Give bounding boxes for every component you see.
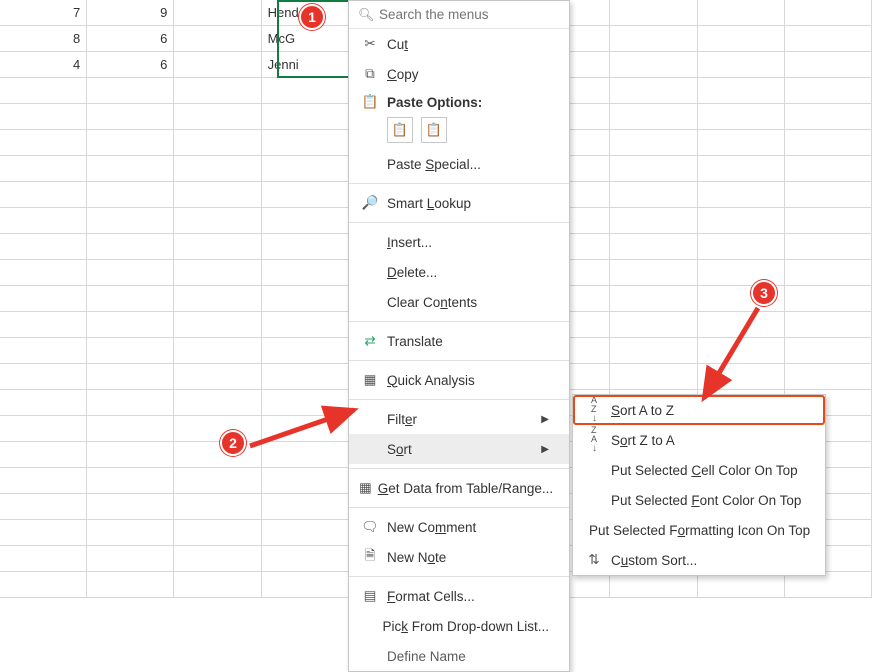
cell-c1[interactable] — [174, 0, 261, 26]
menu-quick-analysis[interactable]: ▦ Quick Analysis — [349, 365, 569, 395]
cell-b2[interactable]: 6 — [87, 26, 174, 52]
note-icon: 🗎 — [359, 546, 381, 569]
submenu-cell-color-top[interactable]: Put Selected Cell Color On Top — [573, 455, 825, 485]
menu-translate[interactable]: ⇄ Translate — [349, 326, 569, 356]
submenu-arrow-icon: ▶ — [541, 414, 549, 425]
annotation-badge-1: 1 — [299, 4, 325, 30]
cell-a1[interactable]: 7 — [0, 0, 87, 26]
submenu-formatting-icon-top[interactable]: Put Selected Formatting Icon On Top — [573, 515, 825, 545]
lookup-icon: 🔎 — [359, 195, 381, 211]
menu-insert[interactable]: Insert... — [349, 227, 569, 257]
menu-new-comment[interactable]: 🗨 New Comment — [349, 512, 569, 542]
menu-define-name[interactable]: Define Name — [349, 641, 569, 671]
clipboard-icon: 📋 — [359, 94, 381, 110]
sort-az-icon: AZ — [583, 396, 605, 424]
menu-copy[interactable]: ⧉ Copy — [349, 59, 569, 89]
cut-icon: ✂ — [359, 36, 381, 52]
submenu-font-color-top[interactable]: Put Selected Font Color On Top — [573, 485, 825, 515]
search-icon: 🔍︎ — [358, 7, 375, 23]
copy-icon: ⧉ — [359, 66, 381, 82]
paste-option-default[interactable]: 📋 — [387, 117, 413, 143]
table-icon: ▦ — [359, 480, 372, 496]
annotation-badge-3: 3 — [751, 280, 777, 306]
menu-paste-options-label: 📋 Paste Options: — [349, 89, 569, 115]
cell-b1[interactable]: 9 — [87, 0, 174, 26]
menu-delete[interactable]: Delete... — [349, 257, 569, 287]
context-menu: 🔍︎ ✂ Cut ⧉ Copy 📋 Paste Options: 📋 📋 Pas… — [348, 0, 570, 672]
menu-search-input[interactable] — [349, 1, 569, 29]
quick-analysis-icon: ▦ — [359, 372, 381, 388]
sort-submenu: AZ Sort A to Z ZA Sort Z to A Put Select… — [572, 394, 826, 576]
cell-a3[interactable]: 4 — [0, 52, 87, 78]
menu-new-note[interactable]: 🗎 New Note — [349, 542, 569, 572]
menu-paste-special[interactable]: Paste Special... — [349, 149, 569, 179]
submenu-arrow-icon: ▶ — [541, 444, 549, 455]
translate-icon: ⇄ — [359, 333, 381, 349]
cell-b3[interactable]: 6 — [87, 52, 174, 78]
cell-a2[interactable]: 8 — [0, 26, 87, 52]
comment-icon: 🗨 — [359, 519, 381, 535]
menu-pick-from-dropdown[interactable]: Pick From Drop-down List... — [349, 611, 569, 641]
submenu-sort-z-to-a[interactable]: ZA Sort Z to A — [573, 425, 825, 455]
custom-sort-icon: ⇅ — [583, 552, 605, 568]
menu-cut[interactable]: ✂ Cut — [349, 29, 569, 59]
submenu-sort-a-to-z[interactable]: AZ Sort A to Z — [573, 395, 825, 425]
menu-sort[interactable]: Sort ▶ — [349, 434, 569, 464]
menu-clear-contents[interactable]: Clear Contents — [349, 287, 569, 317]
paste-option-values[interactable]: 📋 — [421, 117, 447, 143]
menu-get-data[interactable]: ▦ Get Data from Table/Range... — [349, 473, 569, 503]
sort-za-icon: ZA — [583, 426, 605, 454]
annotation-badge-2: 2 — [220, 430, 246, 456]
format-icon: ▤ — [359, 588, 381, 604]
menu-smart-lookup[interactable]: 🔎 Smart Lookup — [349, 188, 569, 218]
menu-filter[interactable]: Filter ▶ — [349, 404, 569, 434]
submenu-custom-sort[interactable]: ⇅ Custom Sort... — [573, 545, 825, 575]
